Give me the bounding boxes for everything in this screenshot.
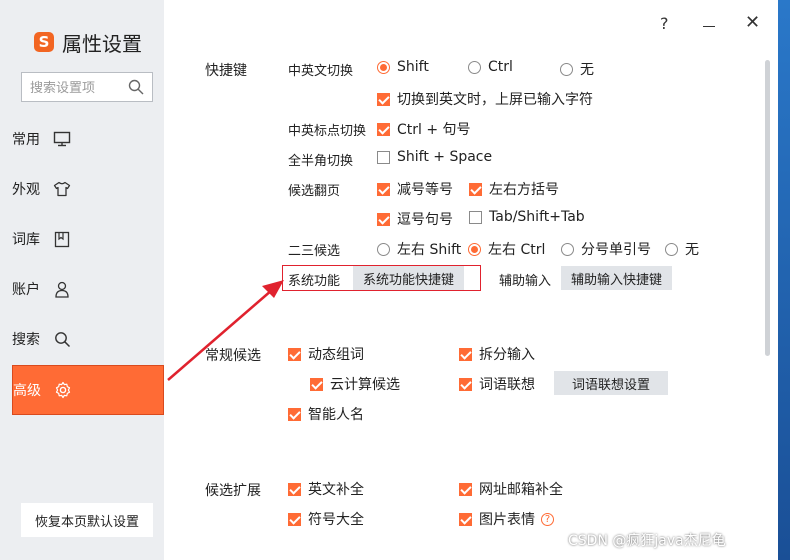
checkbox-tab[interactable]: Tab/Shift+Tab [469,209,585,225]
radio-circle[interactable] [665,242,678,256]
window-edge [778,0,790,560]
user-icon [52,279,72,299]
monitor-icon [52,129,72,149]
checkbox[interactable] [377,92,390,106]
search-box[interactable] [21,72,153,102]
help-icon[interactable]: ? [660,14,669,33]
page-turn-label: 候选翻页 [288,184,341,199]
checkbox[interactable] [377,122,390,136]
section-title-shortcuts: 快捷键 [205,63,247,79]
width-switch-label: 全半角切换 [288,154,354,169]
search-input[interactable] [28,74,128,102]
checkbox-ctrl-period[interactable]: Ctrl + 句号 [377,119,471,139]
checkbox-minus-equal[interactable]: 减号等号 [377,179,453,199]
sidebar-item-common[interactable]: 常用 [12,116,164,162]
checkbox[interactable] [469,182,482,196]
radio-left-right-shift[interactable]: 左右 Shift [377,239,461,259]
checkbox-smart-names[interactable]: 智能人名 [288,404,364,424]
app-title: 属性设置 [62,31,142,56]
checkbox[interactable] [377,150,390,164]
help-question-icon[interactable]: ? [541,512,554,526]
radio-second-none[interactable]: 无 [665,239,699,259]
shirt-icon [52,179,72,199]
sidebar-item-label: 常用 [12,132,40,148]
sidebar-item-search[interactable]: 搜索 [12,316,164,362]
punct-switch-label: 中英标点切换 [288,124,367,139]
sogou-logo-icon: S [34,32,54,52]
section-title-candidates: 常规候选 [205,348,261,364]
radio-semicolon-quote[interactable]: 分号单引号 [561,239,651,259]
radio-circle[interactable] [377,242,390,256]
minimize-icon[interactable] [703,26,715,27]
checkbox-word-association[interactable]: 词语联想 [459,374,535,394]
sidebar-item-label: 搜索 [12,332,40,348]
app-header: S 属性设置 [34,28,142,56]
radio-none[interactable]: 无 [560,59,594,79]
cn-en-switch-label: 中英文切换 [288,64,354,79]
gear-icon [53,380,73,400]
checkbox[interactable] [310,377,323,391]
radio-circle[interactable] [468,242,481,256]
checkbox-symbols[interactable]: 符号大全 [288,509,364,529]
radio-circle[interactable] [561,242,574,256]
checkbox-image-emoji[interactable]: 图片表情 ? [459,509,554,529]
checkbox[interactable] [288,347,301,361]
sidebar-item-label: 外观 [12,182,40,198]
close-icon[interactable]: ✕ [745,14,760,32]
assist-input-label: 辅助输入 [499,274,552,289]
sidebar-item-advanced[interactable]: 高级 [12,365,164,415]
checkbox-dynamic-words[interactable]: 动态组词 [288,344,364,364]
checkbox[interactable] [469,210,482,224]
checkbox-split-input[interactable]: 拆分输入 [459,344,535,364]
checkbox[interactable] [377,182,390,196]
sidebar-item-label: 账户 [12,282,40,298]
checkbox-comma-period[interactable]: 逗号句号 [377,209,453,229]
checkbox[interactable] [288,407,301,421]
radio-ctrl[interactable]: Ctrl [468,59,513,75]
sidebar-item-label: 词库 [12,232,40,248]
assist-shortcut-button[interactable]: 辅助输入快捷键 [561,266,673,290]
search-icon[interactable] [128,79,144,95]
checkbox-english-complete[interactable]: 英文补全 [288,479,364,499]
radio-circle[interactable] [560,62,573,76]
radio-shift[interactable]: Shift [377,59,429,75]
checkbox[interactable] [288,512,301,526]
scrollbar[interactable] [765,60,770,356]
checkbox-url-email[interactable]: 网址邮箱补全 [459,479,563,499]
sidebar-item-dictionary[interactable]: 词库 [12,216,164,262]
checkbox-cloud-candidate[interactable]: 云计算候选 [310,374,400,394]
watermark-text: CSDN @疯狂java杰尼龟 [568,533,726,549]
search-icon [52,329,72,349]
restore-defaults-button[interactable]: 恢复本页默认设置 [21,503,153,537]
checkbox[interactable] [459,482,472,496]
radio-circle[interactable] [377,60,390,74]
sidebar-item-label: 高级 [13,383,41,399]
checkbox[interactable] [459,347,472,361]
checkbox[interactable] [288,482,301,496]
checkbox-switch-note[interactable]: 切换到英文时，上屏已输入字符 [377,89,593,109]
sidebar: S 属性设置 常用 外观 词库 [0,0,164,560]
book-icon [52,229,72,249]
checkbox[interactable] [377,212,390,226]
sidebar-item-account[interactable]: 账户 [12,266,164,312]
checkbox-shift-space[interactable]: Shift + Space [377,149,492,165]
radio-circle[interactable] [468,60,481,74]
sidebar-item-appearance[interactable]: 外观 [12,166,164,212]
second-third-label: 二三候选 [288,244,341,259]
annotation-highlight-box [282,265,481,291]
checkbox[interactable] [459,512,472,526]
settings-window: S 属性设置 常用 外观 词库 [0,0,778,560]
checkbox-brackets[interactable]: 左右方括号 [469,179,559,199]
checkbox[interactable] [459,377,472,391]
radio-left-right-ctrl[interactable]: 左右 Ctrl [468,239,545,259]
word-association-settings-button[interactable]: 词语联想设置 [554,371,669,395]
section-title-extension: 候选扩展 [205,483,261,499]
